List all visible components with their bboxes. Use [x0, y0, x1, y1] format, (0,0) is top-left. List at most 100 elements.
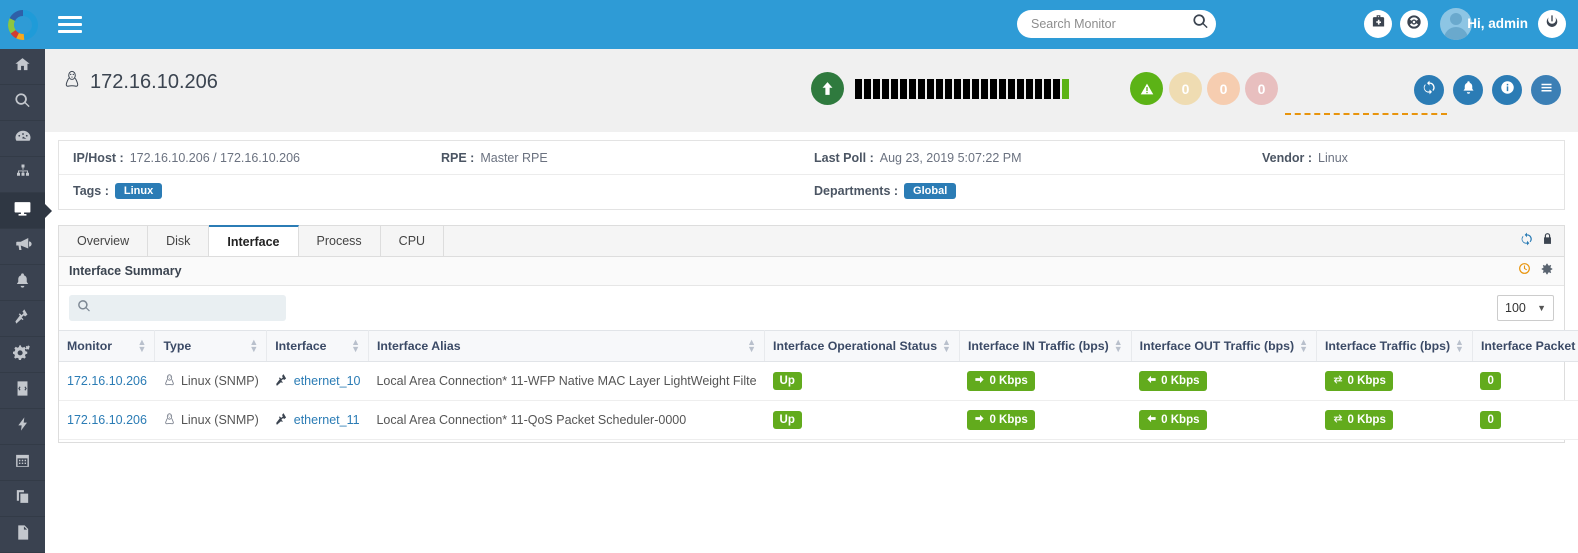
tab-process[interactable]: Process	[298, 226, 381, 256]
sidebar-item-search[interactable]	[0, 85, 45, 121]
availability-bar	[936, 79, 943, 99]
col-in-traffic[interactable]: Interface IN Traffic (bps) ▲ ▼	[959, 330, 1132, 362]
availability-bar	[1026, 79, 1033, 99]
toolkit-button[interactable]	[1364, 10, 1392, 38]
table-row[interactable]: 172.16.10.206 Linux (SNMP) ethernet_10 Loca…	[59, 361, 1578, 401]
linux-tux-icon	[63, 69, 81, 95]
severity-count-warning[interactable]: 0	[1169, 72, 1202, 105]
search-icon	[14, 92, 31, 114]
sidebar-item-reports[interactable]	[0, 517, 45, 553]
sidebar-item-dashboard[interactable]	[0, 121, 45, 157]
status-badge: Up	[772, 411, 802, 429]
tab-interface[interactable]: Interface	[209, 225, 299, 256]
plug-icon	[14, 308, 31, 330]
tab-disk[interactable]: Disk	[148, 226, 210, 256]
sort-icon: ▲ ▼	[137, 337, 147, 354]
table-search[interactable]	[69, 295, 286, 321]
sidebar-item-workflow[interactable]	[0, 409, 45, 445]
more-menu-button[interactable]	[1531, 75, 1561, 105]
availability-bar	[981, 79, 988, 99]
plug-icon	[275, 373, 289, 390]
col-monitor[interactable]: Monitor ▲ ▼	[59, 330, 156, 362]
severity-count-critical[interactable]: 0	[1245, 72, 1278, 105]
cell-total-traffic: 0 Kbps	[1316, 361, 1473, 401]
tag-badge[interactable]: Linux	[114, 183, 163, 199]
sort-icon: ▲ ▼	[942, 337, 951, 354]
search-input[interactable]	[1031, 17, 1192, 31]
sidebar-item-network[interactable]	[0, 157, 45, 193]
dashboard-gauge-icon	[14, 127, 32, 150]
alert-warning-badge[interactable]	[1130, 72, 1163, 105]
linux-tux-icon	[163, 373, 176, 390]
availability-bar	[864, 79, 871, 99]
severity-count-trouble[interactable]: 0	[1207, 72, 1240, 105]
hamburger-icon	[58, 29, 82, 33]
col-packet-errors[interactable]: Interface Packet Errors▲▼	[1472, 330, 1578, 362]
page-title: 172.16.10.206	[63, 69, 218, 95]
sidebar-item-announcements[interactable]	[0, 229, 45, 265]
availability-bar	[1008, 79, 1015, 99]
sidebar-item-scripts[interactable]	[0, 373, 45, 409]
interface-link[interactable]: ethernet_11	[294, 413, 360, 427]
hamburger-menu-icon	[1539, 80, 1554, 100]
packet-errors-badge: 0	[1480, 372, 1501, 390]
table-header: Monitor ▲ ▼ Type ▲ ▼ Interface ▲ ▼ Interface A…	[59, 330, 1578, 362]
page-size-select[interactable]: 100 ▼	[1497, 295, 1554, 321]
card-header: Interface Summary	[59, 257, 1564, 286]
sidebar-item-settings[interactable]	[0, 337, 45, 373]
availability-bar	[1017, 79, 1024, 99]
device-info-panel: IP/Host : 172.16.10.206 / 172.16.10.206 …	[58, 140, 1565, 210]
interface-table: Monitor ▲ ▼ Type ▲ ▼ Interface ▲ ▼ Interface A…	[59, 330, 1578, 440]
availability-bar	[927, 79, 934, 99]
info-ip-host: IP/Host : 172.16.10.206 / 172.16.10.206	[73, 151, 300, 165]
table-row[interactable]: 172.16.10.206 Linux (SNMP) ethernet_11 Loca…	[59, 400, 1578, 440]
interface-link[interactable]: ethernet_10	[294, 374, 361, 388]
cell-packet-errors: 0	[1472, 400, 1578, 440]
cell-type: Linux (SNMP)	[154, 361, 267, 401]
sidebar-item-monitor[interactable]	[0, 193, 52, 229]
settings-gear-icon[interactable]	[1540, 262, 1554, 281]
info-tags: Tags : Linux	[73, 183, 163, 199]
global-search[interactable]	[1017, 10, 1216, 38]
arrow-right-icon	[974, 413, 985, 427]
sidebar-item-home[interactable]	[0, 49, 45, 85]
sidebar-item-alarms[interactable]	[0, 265, 45, 301]
monitor-link[interactable]: 172.16.10.206	[67, 413, 147, 427]
support-button[interactable]	[1400, 10, 1428, 38]
col-interface[interactable]: Interface ▲ ▼	[266, 330, 369, 362]
sort-icon: ▲ ▼	[1113, 337, 1123, 354]
search-icon[interactable]	[1192, 13, 1209, 35]
sidebar-item-plugins[interactable]	[0, 301, 45, 337]
tab-overview[interactable]: Overview	[59, 226, 149, 256]
availability-bar	[963, 79, 970, 99]
clock-icon[interactable]	[1518, 262, 1531, 280]
refresh-icon	[1422, 80, 1437, 100]
logout-button[interactable]	[1538, 10, 1566, 38]
plug-icon	[275, 412, 289, 429]
table-search-input[interactable]	[97, 301, 278, 315]
menu-toggle-button[interactable]	[58, 13, 82, 35]
lock-icon[interactable]	[1541, 232, 1554, 250]
sidebar-item-schedule[interactable]	[0, 445, 45, 481]
alarms-button[interactable]	[1453, 75, 1483, 105]
monitor-screen-icon	[13, 199, 32, 223]
col-operational-status[interactable]: Interface Operational Status ▲ ▼	[764, 330, 960, 362]
refresh-button[interactable]	[1414, 75, 1444, 105]
availability-bar	[1053, 79, 1060, 99]
availability-bar	[873, 79, 880, 99]
col-out-traffic[interactable]: Interface OUT Traffic (bps) ▲ ▼	[1131, 330, 1318, 362]
user-greeting[interactable]: Hi, admin	[1467, 16, 1528, 31]
sidebar-item-templates[interactable]	[0, 481, 45, 517]
monitor-link[interactable]: 172.16.10.206	[67, 374, 147, 388]
col-total-traffic[interactable]: Interface Traffic (bps) ▲ ▼	[1316, 330, 1473, 362]
search-icon	[77, 299, 91, 318]
tab-cpu[interactable]: CPU	[380, 226, 445, 256]
col-type[interactable]: Type ▲ ▼	[154, 330, 268, 362]
availability-strip	[855, 79, 1069, 99]
refresh-icon[interactable]	[1520, 232, 1534, 251]
availability-bar	[855, 79, 862, 99]
department-badge[interactable]: Global	[904, 183, 957, 199]
col-interface-alias[interactable]: Interface Alias ▲ ▼	[368, 330, 766, 362]
info-button[interactable]	[1492, 75, 1522, 105]
app-logo[interactable]	[0, 0, 45, 49]
